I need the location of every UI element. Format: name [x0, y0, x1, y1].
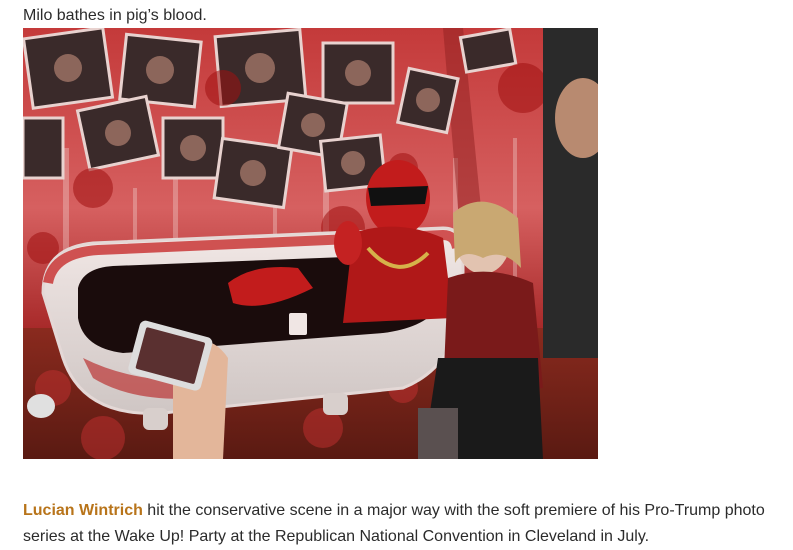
article-paragraph: Lucian Wintrich hit the conservative sce… [23, 498, 793, 550]
article-photo [23, 28, 598, 459]
photo-caption: Milo bathes in pig’s blood. [23, 7, 207, 24]
author-link[interactable]: Lucian Wintrich [23, 502, 143, 519]
photo-illustration [23, 28, 598, 459]
